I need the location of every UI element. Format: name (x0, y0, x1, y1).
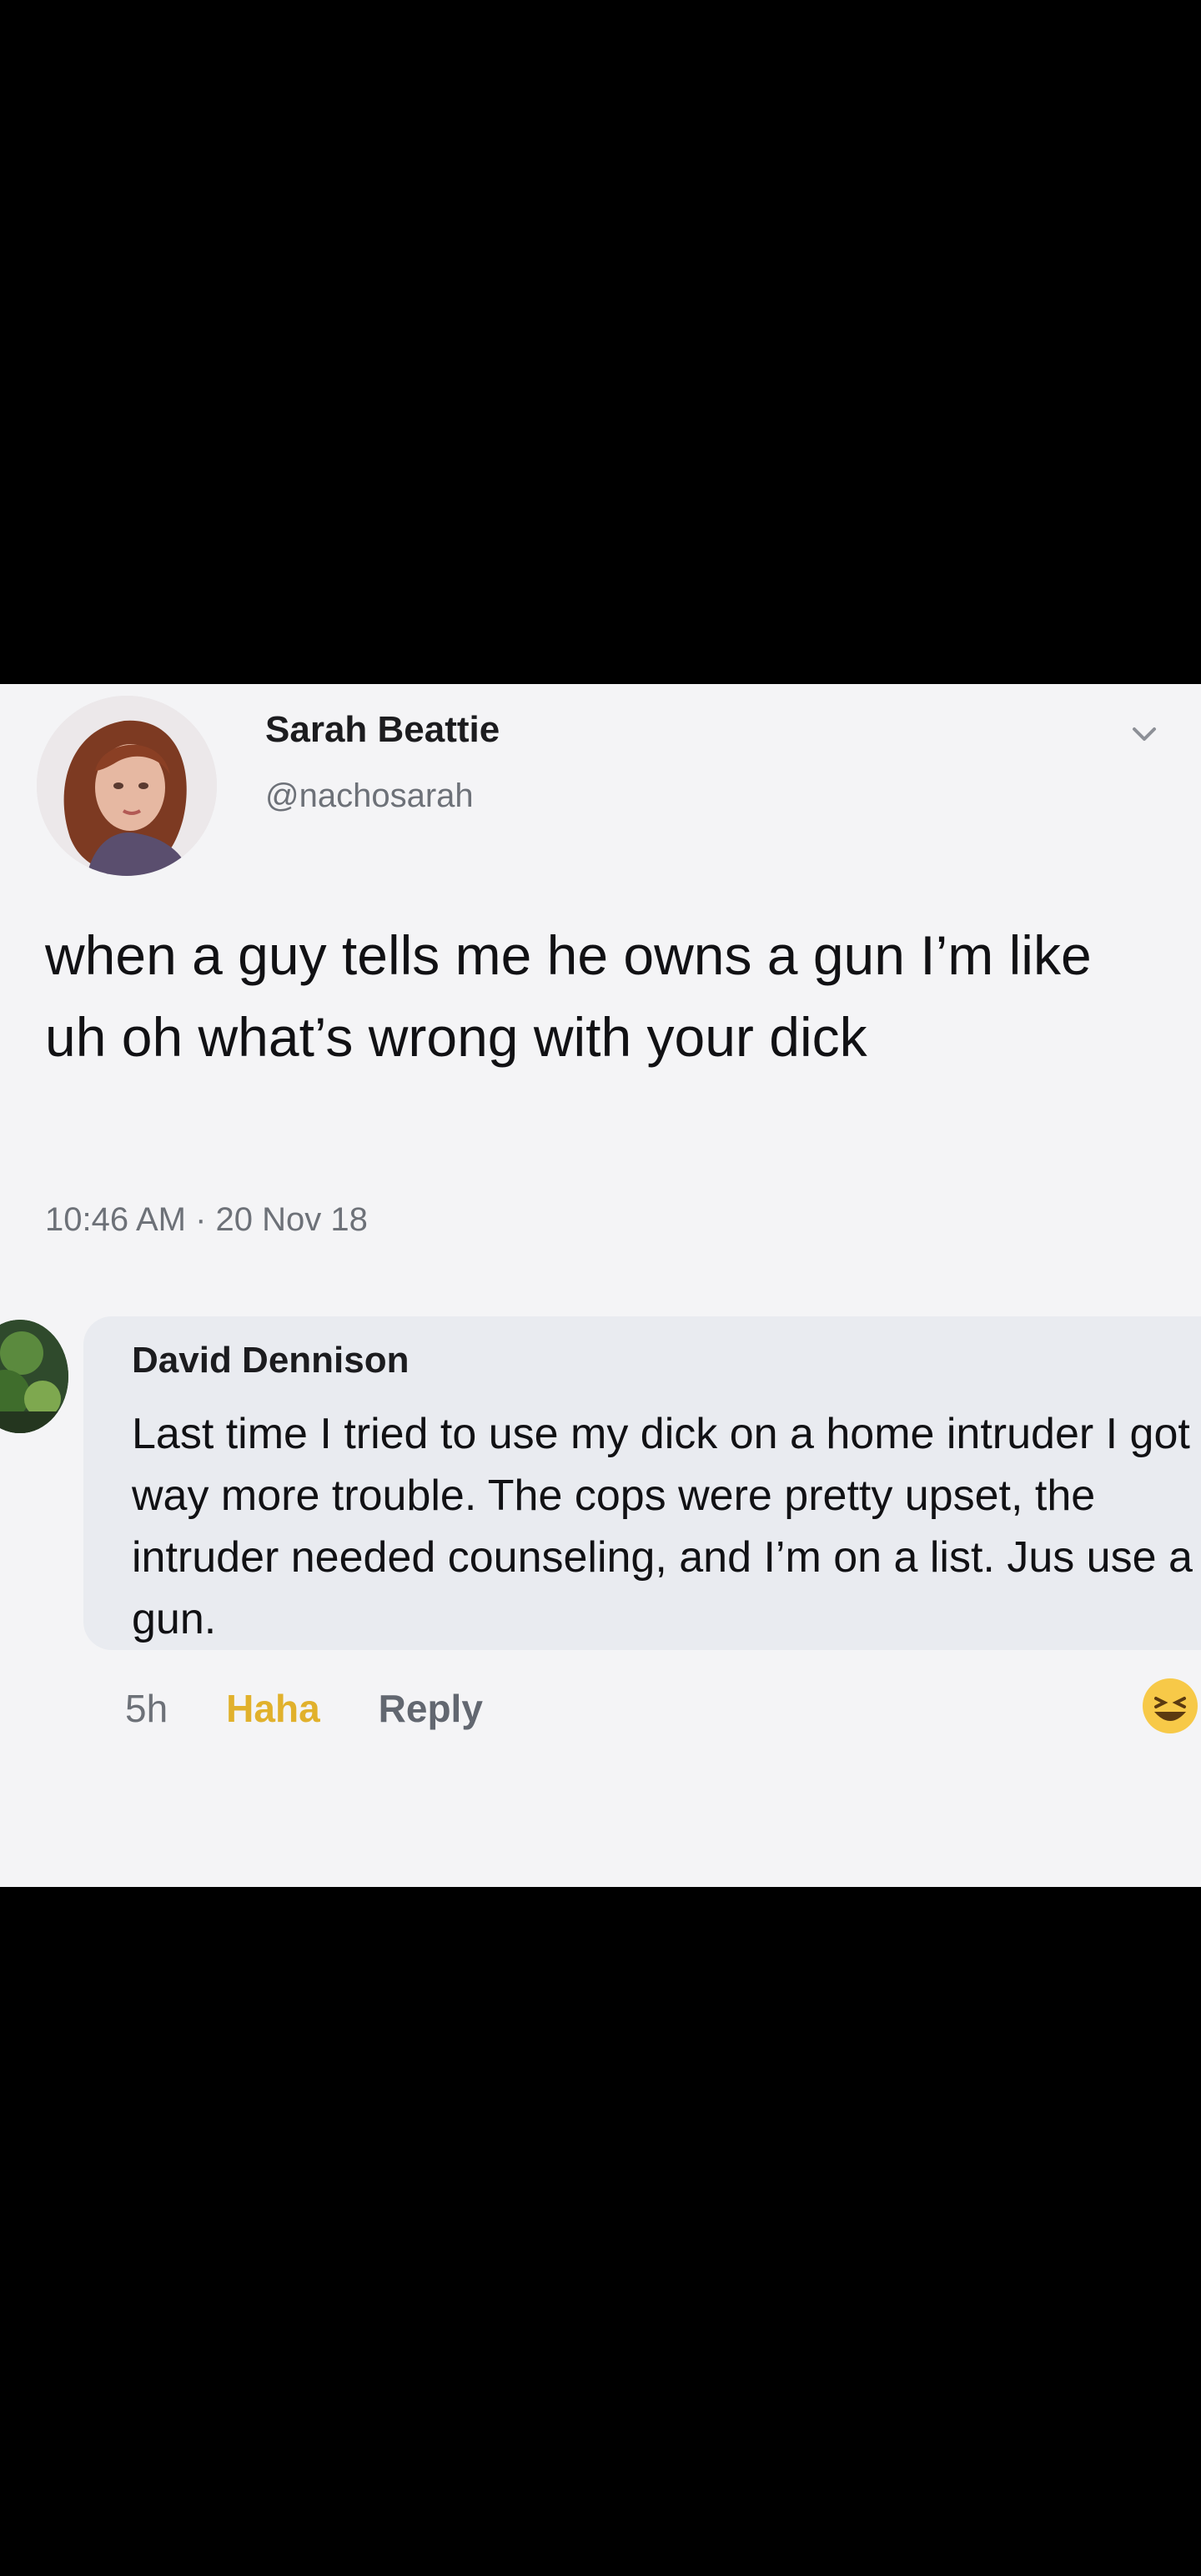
tweet-author-name[interactable]: Sarah Beattie (265, 709, 500, 751)
profile-photo-icon (0, 1320, 68, 1433)
comment-actions: 5h Haha Reply (125, 1683, 483, 1733)
tweet-avatar[interactable] (37, 696, 217, 876)
comment-text: Last time I tried to use my dick on a ho… (132, 1410, 1201, 1643)
haha-emoji-icon[interactable] (1139, 1675, 1201, 1737)
bottom-black-bar (0, 1887, 1201, 2576)
tweet-timestamp[interactable]: 10:46 AM · 20 Nov 18 (45, 1201, 368, 1239)
comment-time: 5h (125, 1687, 168, 1730)
comment-avatar[interactable] (0, 1320, 68, 1433)
comment-author-name[interactable]: David Dennison (132, 1340, 410, 1381)
reply-button[interactable]: Reply (379, 1686, 483, 1731)
top-black-bar (0, 0, 1201, 684)
post-screenshot: Sarah Beattie @nachosarah when a guy tel… (0, 684, 1201, 1887)
profile-photo-icon (37, 696, 217, 876)
haha-reaction-button[interactable]: Haha (226, 1686, 319, 1731)
tweet-author-handle[interactable]: @nachosarah (265, 777, 474, 815)
chevron-down-icon[interactable] (1129, 719, 1159, 749)
tweet-text: when a guy tells me he owns a gun I’m li… (45, 924, 1092, 1068)
